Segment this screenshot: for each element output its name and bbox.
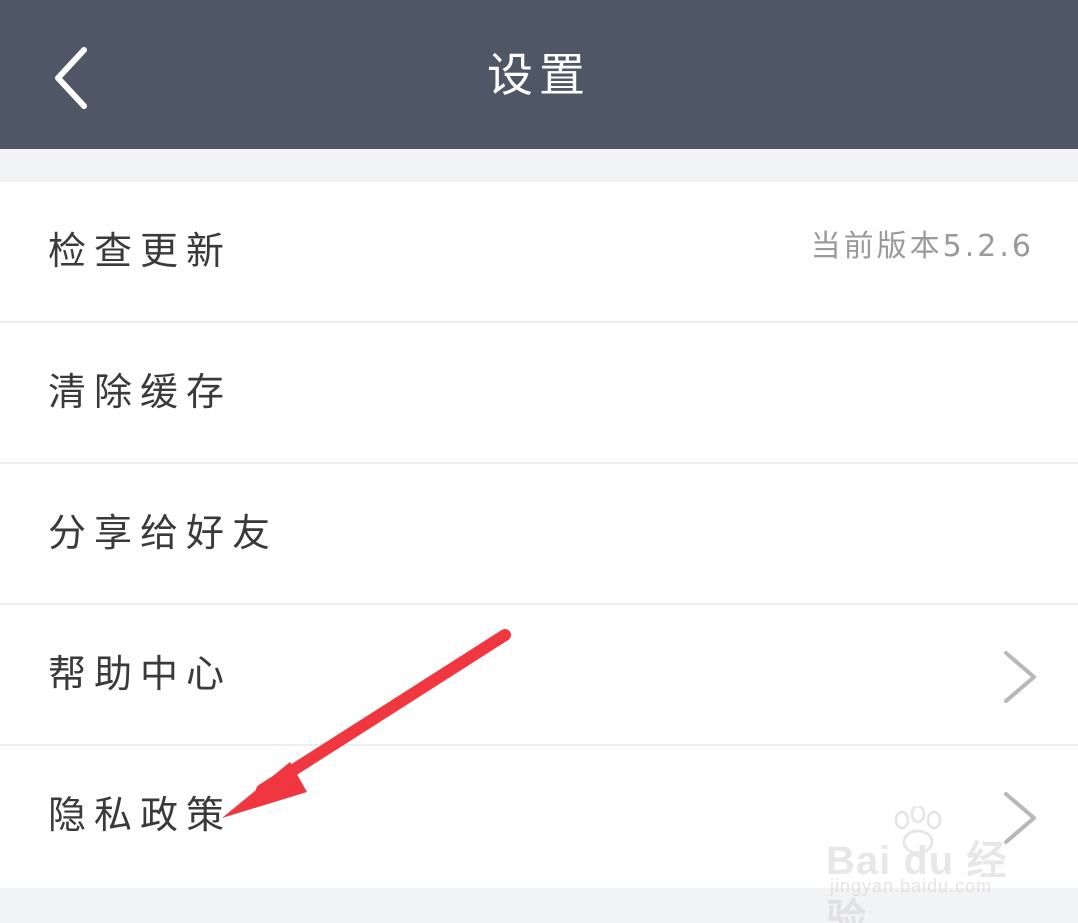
settings-item-label: 分享给好友 [48, 511, 279, 555]
settings-list: 检查更新 当前版本5.2.6 清除缓存 分享给好友 帮助中心 隐私政策 [0, 182, 1078, 888]
settings-item-share[interactable]: 分享给好友 [0, 464, 1078, 605]
version-text: 当前版本5.2.6 [810, 229, 1034, 264]
page-title: 设置 [487, 48, 591, 102]
settings-item-clear-cache[interactable]: 清除缓存 [0, 323, 1078, 464]
chevron-right-icon [1004, 651, 1036, 703]
settings-screen: 设置 检查更新 当前版本5.2.6 清除缓存 分享给好友 帮助中心 隐私政策 B… [0, 0, 1078, 923]
settings-item-label: 清除缓存 [48, 370, 233, 414]
navigation-bar: 设置 [0, 0, 1078, 149]
settings-item-help-center[interactable]: 帮助中心 [0, 605, 1078, 746]
settings-item-label: 检查更新 [48, 229, 233, 273]
settings-item-label: 隐私政策 [48, 793, 233, 837]
baidu-jingyan-watermark: Bai du 经验 jingyan.baidu.com [826, 806, 1036, 923]
settings-item-label: 帮助中心 [48, 652, 233, 696]
settings-item-check-update[interactable]: 检查更新 当前版本5.2.6 [0, 182, 1078, 323]
watermark-url: jingyan.baidu.com [830, 876, 993, 896]
